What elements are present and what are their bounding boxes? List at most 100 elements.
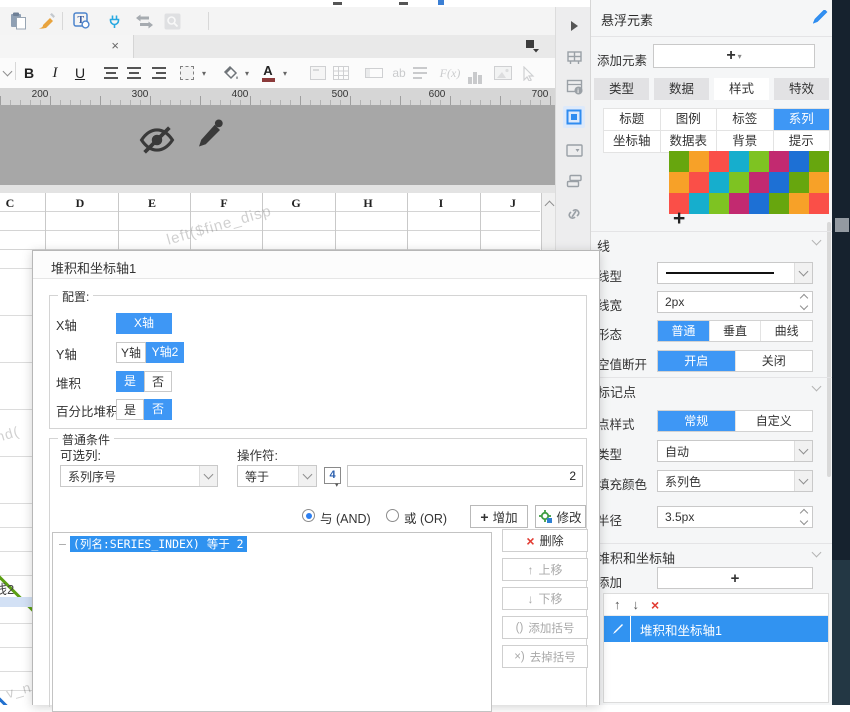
subtab-title[interactable]: 标题 [604,109,660,130]
paste-icon[interactable] [8,11,28,31]
spreadsheet[interactable]: C D E F G H I J left($fine_disp [0,193,555,250]
percent-stack-yes-button[interactable]: 是 [116,399,144,420]
border-style-icon[interactable] [179,62,195,84]
color-swatch[interactable] [809,193,829,214]
subtab-tooltip[interactable]: 提示 [773,131,829,152]
swap-arrows-icon[interactable] [134,11,154,31]
color-swatch[interactable] [669,151,689,172]
modify-condition-button[interactable]: 修改 [535,505,586,528]
shape-vertical-option[interactable]: 垂直 [708,321,761,341]
operator-dropdown[interactable]: 等于 [237,465,317,487]
border-style-caret[interactable]: ▾ [199,62,209,84]
tab-type[interactable]: 类型 [594,78,649,100]
format-painter-icon[interactable] [36,11,56,31]
point-style-custom-option[interactable]: 自定义 [734,411,813,431]
panel-scrollbar[interactable] [827,222,831,477]
close-icon[interactable]: × [111,38,119,54]
param-caret[interactable]: ▾ [335,481,339,489]
subtab-series[interactable]: 系列 [773,109,829,130]
stacked-panels-icon[interactable] [563,170,585,192]
null-break-on-option[interactable]: 开启 [658,351,735,371]
color-swatch[interactable] [809,151,829,172]
stack-axis-section-header[interactable]: 堆积和坐标轴 [597,548,675,567]
collapse-arrow-icon[interactable] [563,15,585,37]
tab-data[interactable]: 数据 [654,78,709,100]
marker-type-dropdown[interactable]: 自动 [657,440,813,462]
color-swatch[interactable] [769,193,789,214]
remove-bracket-button[interactable]: ×) 去掉括号 [502,645,588,668]
report-block-icon[interactable] [563,45,585,67]
subtab-legend[interactable]: 图例 [660,109,716,130]
font-color-caret[interactable]: ▾ [280,62,290,84]
line-type-dropdown[interactable] [657,262,813,284]
radius-spinner[interactable]: 3.5px [657,506,813,528]
series-color-palette[interactable] [669,151,829,214]
column-header[interactable]: F [220,196,227,211]
x-axis-button[interactable]: X轴 [116,313,172,334]
point-style-normal-option[interactable]: 常规 [658,411,735,431]
stack-yes-button[interactable]: 是 [116,371,144,392]
color-swatch[interactable] [769,172,789,193]
italic-button[interactable]: I [46,62,64,84]
text-search-icon[interactable]: T [72,11,92,31]
link-icon[interactable] [563,203,585,225]
add-stack-axis-button[interactable]: + [657,567,813,589]
move-down-button[interactable]: ↓ 下移 [502,587,588,610]
combobox-widget-icon[interactable] [563,139,585,161]
add-color-button[interactable]: + [673,208,685,229]
column-header[interactable]: E [148,196,156,211]
chevron-down-icon[interactable] [811,547,822,558]
color-swatch[interactable] [729,172,749,193]
font-color-icon[interactable]: A [260,62,276,84]
stack-no-button[interactable]: 否 [144,371,172,392]
color-swatch[interactable] [749,151,769,172]
column-header[interactable]: G [291,196,300,211]
edit-pencil-icon[interactable] [604,616,631,642]
chevron-down-icon[interactable] [811,381,822,392]
color-swatch[interactable] [789,151,809,172]
shape-normal-option[interactable]: 普通 [658,321,709,341]
add-bracket-button[interactable]: () 添加括号 [502,616,588,639]
align-right-icon[interactable] [148,62,166,84]
shape-curve-option[interactable]: 曲线 [760,321,812,341]
percent-stack-no-button[interactable]: 否 [144,399,172,420]
null-break-off-option[interactable]: 关闭 [734,351,813,371]
chevron-down-icon[interactable] [811,235,822,246]
color-swatch[interactable] [749,193,769,214]
tab-effect[interactable]: 特效 [774,78,829,100]
color-swatch[interactable] [669,172,689,193]
edit-pencil-icon[interactable] [812,9,828,30]
column-header[interactable]: J [510,196,516,211]
align-center-icon[interactable] [125,62,143,84]
subtab-datatable[interactable]: 数据表 [660,131,716,152]
dock-icon[interactable] [524,38,540,58]
hide-eye-icon[interactable] [138,123,176,162]
condition-list-item[interactable]: — (列名:SERIES_INDEX) 等于 2 [59,536,247,552]
fill-color-dropdown[interactable]: 系列色 [657,470,813,492]
move-up-icon[interactable]: ↑ [614,597,621,612]
color-swatch[interactable] [729,151,749,172]
fill-color-icon[interactable] [222,62,240,84]
tab-style[interactable]: 样式 [714,78,769,100]
column-dropdown[interactable]: 系列序号 [60,465,218,487]
column-header[interactable]: D [76,196,85,211]
table-info-icon[interactable]: i [563,75,585,97]
color-swatch[interactable] [709,151,729,172]
move-down-icon[interactable]: ↓ [633,597,640,612]
line-width-spinner[interactable]: 2px [657,291,813,313]
color-swatch[interactable] [769,151,789,172]
y-axis-2-button[interactable]: Y轴2 [146,342,184,363]
color-swatch[interactable] [709,172,729,193]
and-radio[interactable] [302,509,315,522]
color-swatch[interactable] [789,172,809,193]
delete-condition-button[interactable]: × 删除 [502,529,588,552]
subtab-axis[interactable]: 坐标轴 [604,131,660,152]
vertical-scrollbar[interactable] [541,193,555,250]
subtab-background[interactable]: 背景 [717,131,773,152]
delete-icon[interactable]: × [651,597,659,613]
color-swatch[interactable] [789,193,809,214]
align-left-icon[interactable] [102,62,120,84]
column-header[interactable]: C [6,196,15,211]
add-element-button[interactable]: + ▾ [653,44,815,68]
bold-button[interactable]: B [20,62,38,84]
